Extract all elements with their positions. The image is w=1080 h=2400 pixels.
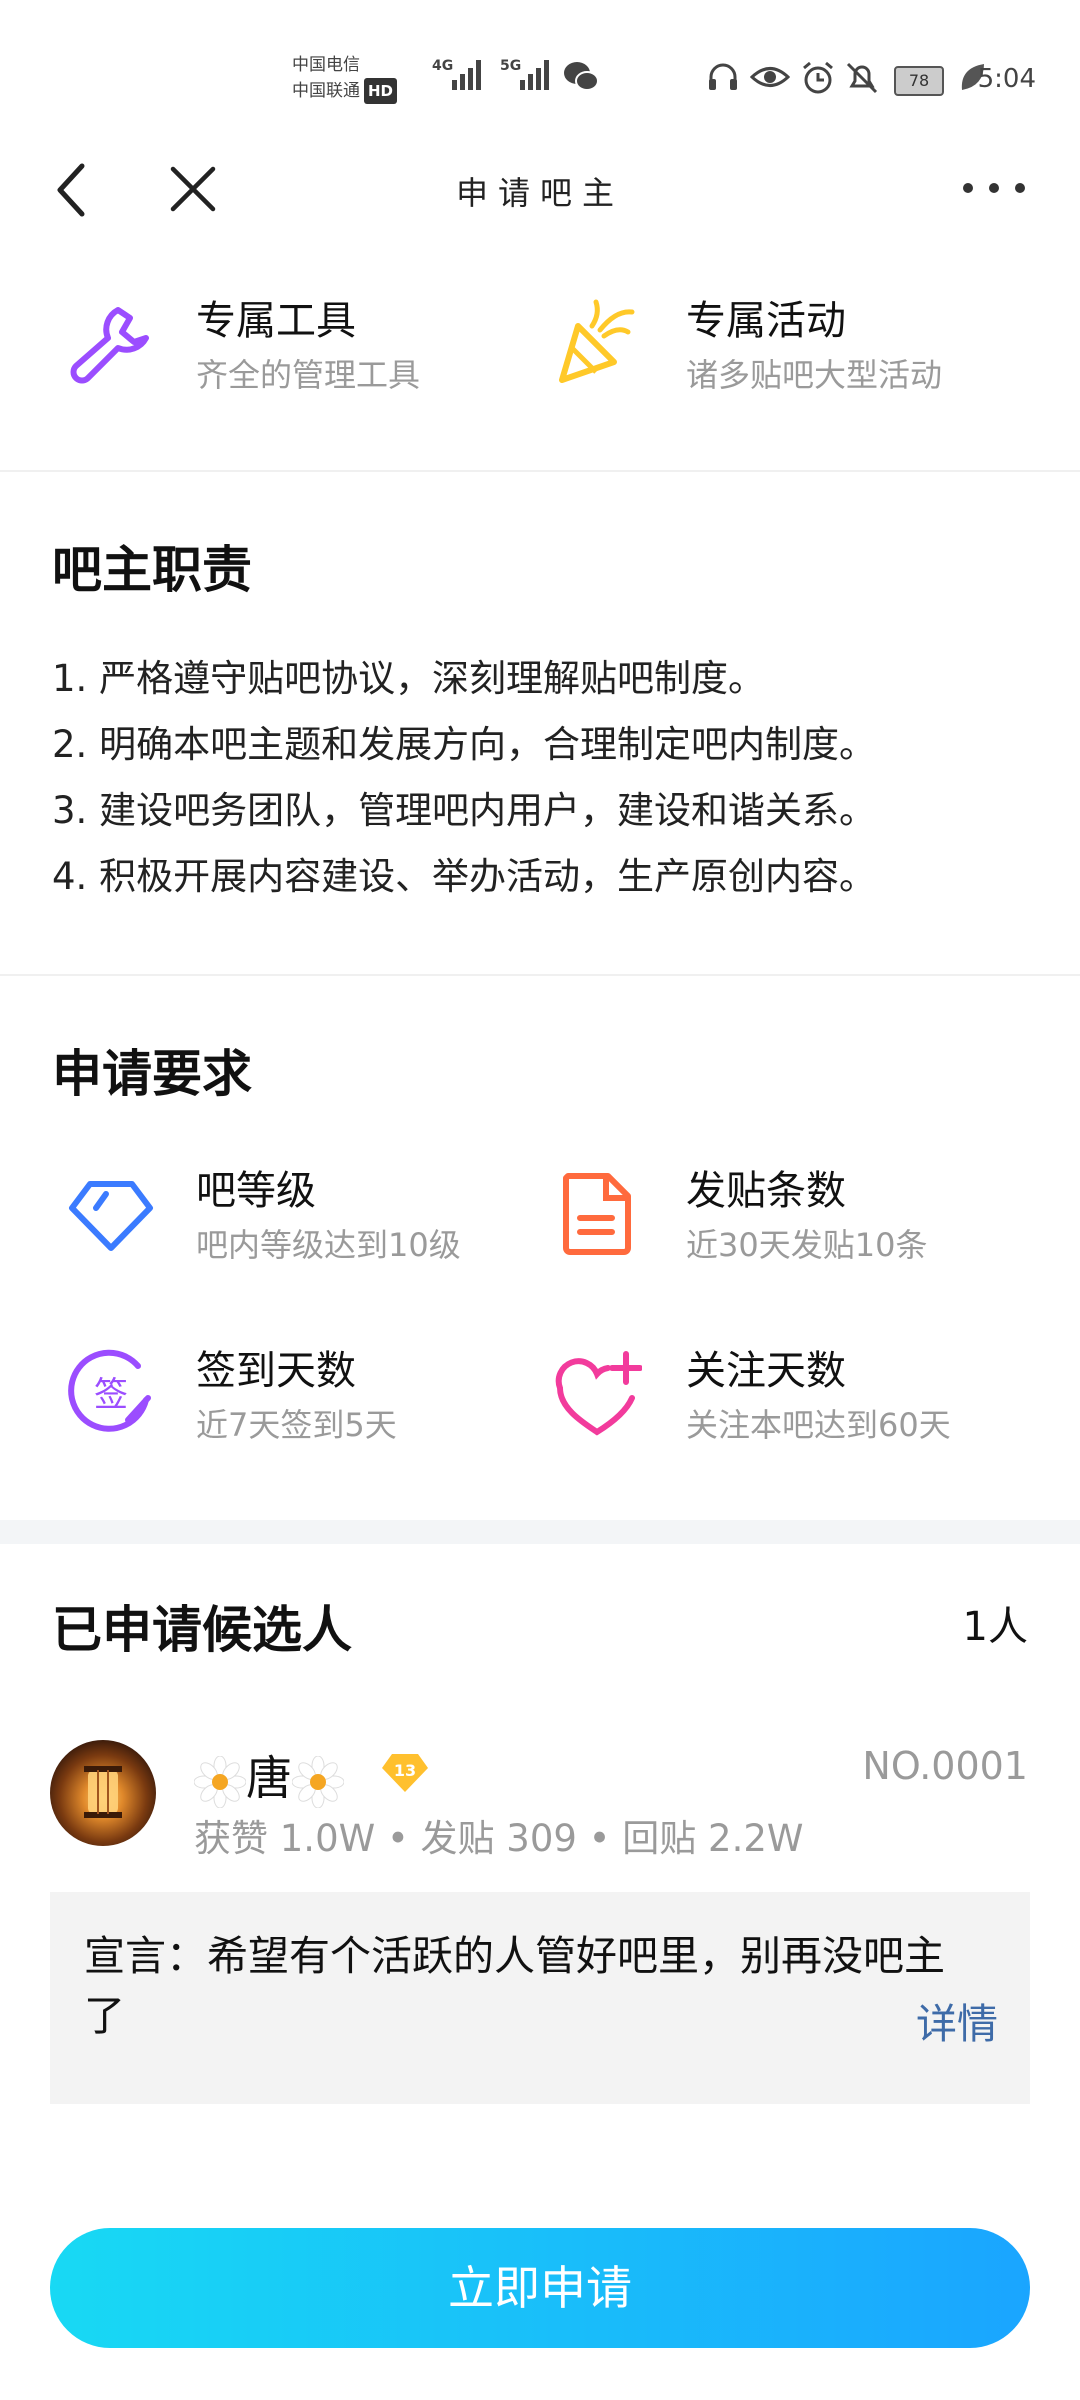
party-popper-icon <box>559 299 635 383</box>
duty-item: 1. 严格遵守贴吧协议，深刻理解贴吧制度。 <box>52 657 766 700</box>
requirement-title: 签到天数 <box>196 1348 356 1394</box>
detail-link[interactable]: 详情 <box>916 1990 998 2050</box>
heart-plus-icon <box>555 1351 642 1436</box>
clock-time: 5:04 <box>977 64 1036 94</box>
wechat-icon <box>564 62 599 91</box>
page-title: 申请吧主 <box>455 174 624 212</box>
requirement-title: 关注天数 <box>686 1348 846 1394</box>
lantern-image <box>84 1766 122 1818</box>
diamond-icon <box>69 1181 153 1251</box>
alarm-icon <box>803 61 833 94</box>
duty-item: 2. 明确本吧主题和发展方向，合理制定吧内制度。 <box>52 723 877 766</box>
duty-item: 4. 积极开展内容建设、举办活动，生产原创内容。 <box>52 855 877 898</box>
requirement-title: 发贴条数 <box>686 1168 846 1214</box>
candidate-count: 1人 <box>962 1604 1028 1650</box>
requirement-subtitle: 关注本吧达到60天 <box>686 1406 951 1444</box>
daisy-icon <box>292 1755 344 1808</box>
hd-badge: HD <box>364 78 398 104</box>
carrier-2: 中国联通 <box>292 81 360 101</box>
section-title-candidates: 已申请候选人 <box>52 1601 352 1659</box>
network-4g-label: 4G <box>432 58 454 74</box>
signal-icon <box>452 60 484 90</box>
daisy-icon <box>194 1755 246 1808</box>
feature-subtitle: 齐全的管理工具 <box>196 356 421 394</box>
apply-now-button[interactable]: 立即申请 <box>50 2228 1030 2348</box>
carrier-1: 中国电信 <box>292 55 360 75</box>
requirement-subtitle: 近30天发贴10条 <box>686 1226 928 1264</box>
level-badge-icon: 13 <box>382 1754 428 1792</box>
navigation-bar: 申请吧主 <box>0 150 1080 230</box>
more-options-icon[interactable] <box>960 178 1028 198</box>
requirement-subtitle: 吧内等级达到10级 <box>196 1226 461 1264</box>
feature-title: 专属工具 <box>196 298 356 344</box>
section-title-requirements: 申请要求 <box>52 1045 252 1103</box>
feature-subtitle: 诸多贴吧大型活动 <box>686 356 943 394</box>
sign-in-icon: 签 <box>68 1349 151 1432</box>
status-bar: 中国电信 中国联通 HD 4G 5G 78 5:04 <box>0 0 1080 150</box>
document-icon <box>563 1173 631 1255</box>
declaration-text: 宣言：希望有个活跃的人管好吧里，别再没吧主了 <box>84 1932 945 2040</box>
candidate-name-row[interactable]: 唐 <box>194 1742 344 1808</box>
candidate-name[interactable]: 唐 <box>246 1751 292 1805</box>
carrier-info: 中国电信 中国联通 HD <box>292 52 398 104</box>
divider <box>0 470 1080 472</box>
level-number: 13 <box>394 1761 416 1780</box>
headphones-icon <box>709 63 737 90</box>
network-5g-label: 5G <box>500 58 522 74</box>
mute-bell-icon <box>846 62 878 94</box>
duty-item: 3. 建设吧务团队，管理吧内用户，建设和谐关系。 <box>52 789 877 832</box>
sign-glyph: 签 <box>94 1375 128 1415</box>
requirement-title: 吧等级 <box>196 1168 316 1214</box>
signal-icon-2 <box>520 60 552 90</box>
section-title-duties: 吧主职责 <box>52 541 252 599</box>
declaration-box[interactable]: 宣言：希望有个活跃的人管好吧里，别再没吧主了 详情 <box>50 1892 1030 2104</box>
avatar[interactable] <box>50 1740 156 1846</box>
divider <box>0 974 1080 976</box>
feature-title: 专属活动 <box>686 298 846 344</box>
candidate-number: NO.0001 <box>862 1744 1028 1788</box>
battery-icon: 78 <box>894 66 944 96</box>
candidate-stats: 获赞 1.0W • 发贴 309 • 回贴 2.2W <box>194 1817 804 1860</box>
requirement-subtitle: 近7天签到5天 <box>196 1406 397 1444</box>
wrench-icon <box>70 307 149 384</box>
section-divider <box>0 1520 1080 1544</box>
eye-icon <box>750 67 790 87</box>
